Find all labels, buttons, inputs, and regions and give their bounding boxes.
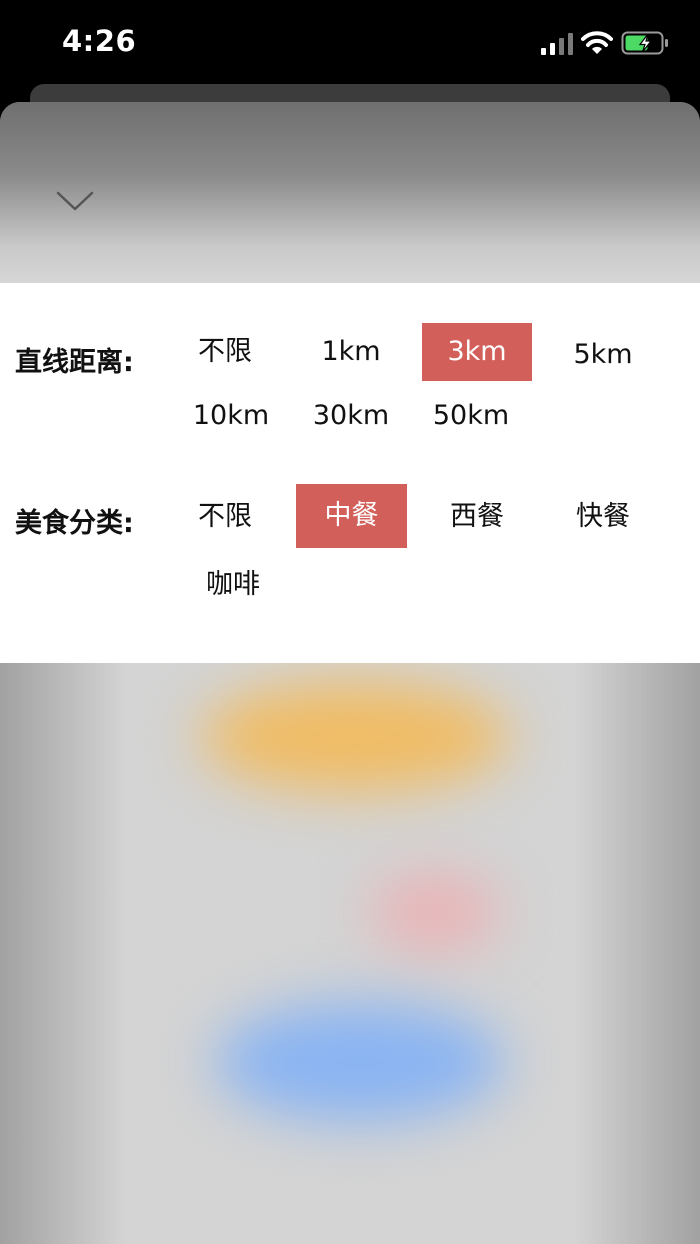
distance-option-50km[interactable]: 50km	[416, 387, 526, 445]
blurred-content-pink	[370, 872, 500, 952]
cuisine-option-unlimited[interactable]: 不限	[180, 488, 270, 546]
cuisine-option-chinese[interactable]: 中餐	[296, 484, 407, 548]
distance-option-5km[interactable]: 5km	[548, 326, 658, 384]
distance-option-3km[interactable]: 3km	[422, 323, 532, 381]
battery-icon	[621, 31, 668, 55]
cuisine-option-western[interactable]: 西餐	[422, 488, 532, 546]
distance-option-1km[interactable]: 1km	[296, 323, 406, 381]
cuisine-filter-label: 美食分类:	[15, 508, 134, 539]
distance-option-10km[interactable]: 10km	[176, 387, 286, 445]
status-time: 4:26	[62, 24, 137, 58]
blurred-content-orange	[200, 682, 510, 792]
distance-option-unlimited[interactable]: 不限	[180, 323, 270, 381]
chevron-down-icon[interactable]	[56, 190, 94, 212]
cuisine-option-fast-food[interactable]: 快餐	[548, 488, 658, 546]
modal-sheet	[0, 102, 700, 1244]
cuisine-option-coffee[interactable]: 咖啡	[188, 556, 278, 614]
blurred-content-blue	[215, 1002, 505, 1122]
distance-option-30km[interactable]: 30km	[296, 387, 406, 445]
sheet-header	[0, 102, 700, 283]
filter-panel: 直线距离: 不限 1km 3km 5km 10km 30km 50km 美食分类…	[0, 283, 700, 663]
wifi-icon	[581, 31, 613, 54]
distance-filter-label: 直线距离:	[15, 347, 134, 378]
status-bar: 4:26	[0, 0, 700, 88]
signal-icon	[541, 33, 573, 55]
